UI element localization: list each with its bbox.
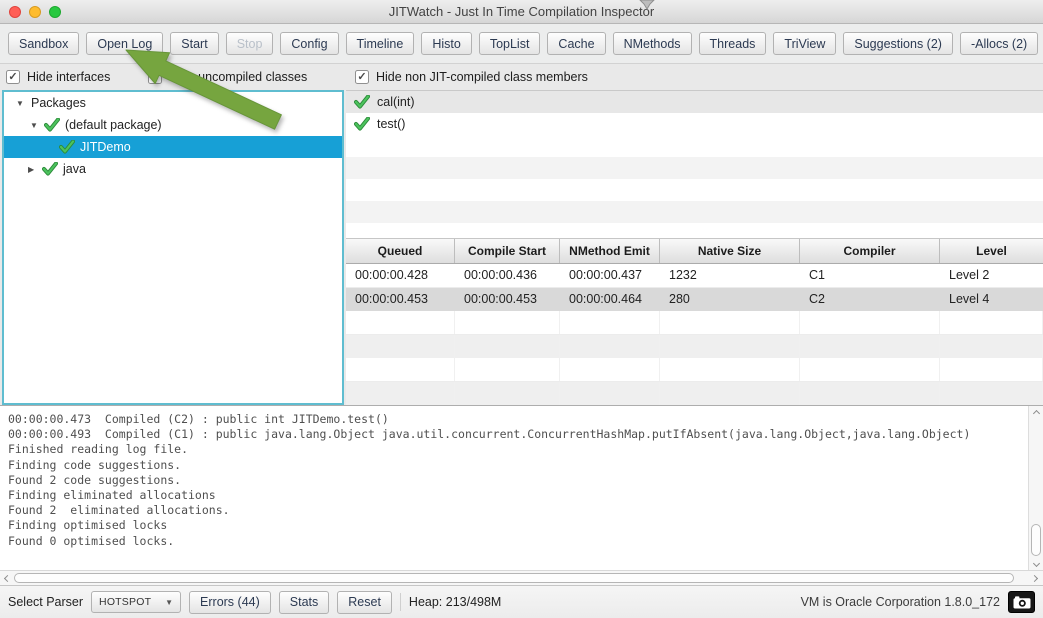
tree-item-default-package[interactable]: ▼ (default package) (4, 114, 342, 136)
collapse-arrow-icon[interactable]: ▼ (30, 121, 40, 130)
log-vertical-scrollbar[interactable] (1028, 406, 1043, 570)
stats-button[interactable]: Stats (279, 591, 330, 614)
log-text: 00:00:00.473 Compiled (C2) : public int … (8, 412, 1023, 570)
compiled-check-icon (44, 118, 60, 132)
hide-interfaces-label: Hide interfaces (27, 70, 110, 84)
divider (400, 593, 401, 611)
errors-button[interactable]: Errors (44) (189, 591, 271, 614)
hide-interfaces-checkbox[interactable]: ✓ (6, 70, 20, 84)
empty-table-row (346, 311, 1043, 335)
toolbar: Sandbox Open Log Start Stop Config Timel… (0, 24, 1043, 64)
vm-info: VM is Oracle Corporation 1.8.0_172 (801, 595, 1000, 609)
heap-usage: Heap: 213/498M (409, 595, 501, 609)
nmethods-button[interactable]: NMethods (613, 32, 692, 55)
table-cell: 00:00:00.453 (346, 288, 455, 312)
column-header-compile-start[interactable]: Compile Start (455, 239, 560, 263)
table-header-row: Queued Compile Start NMethod Emit Native… (346, 238, 1043, 264)
table-cell: 00:00:00.436 (455, 264, 560, 287)
histo-button[interactable]: Histo (421, 32, 471, 55)
mouse-cursor-artifact (638, 0, 656, 10)
scroll-right-icon[interactable] (1027, 571, 1041, 585)
column-header-level[interactable]: Level (940, 239, 1043, 263)
class-member-list: cal(int) test() (346, 90, 1043, 238)
table-cell: 00:00:00.437 (560, 264, 660, 287)
table-row[interactable]: 00:00:00.453 00:00:00.453 00:00:00.464 2… (346, 288, 1043, 312)
member-item-test[interactable]: test() (346, 113, 1043, 135)
table-cell: 00:00:00.453 (455, 288, 560, 312)
log-output-area[interactable]: 00:00:00.473 Compiled (C2) : public int … (0, 405, 1043, 570)
compiled-check-icon (42, 162, 58, 176)
stop-button: Stop (226, 32, 274, 55)
timeline-button[interactable]: Timeline (346, 32, 415, 55)
hide-non-jit-checkbox[interactable]: ✓ (355, 70, 369, 84)
select-parser-label: Select Parser (8, 595, 83, 609)
filter-band: ✓ Hide interfaces ✓ Hide uncompiled clas… (0, 64, 1043, 90)
suggestions-button[interactable]: Suggestions (2) (843, 32, 953, 55)
empty-list-row (346, 135, 1043, 157)
table-cell: Level 4 (940, 288, 1043, 312)
hide-uncompiled-checkbox[interactable]: ✓ (148, 70, 162, 84)
table-cell: C1 (800, 264, 940, 287)
empty-table-row (346, 335, 1043, 359)
empty-list-row (346, 201, 1043, 223)
compiled-check-icon (354, 95, 370, 109)
table-row[interactable]: 00:00:00.428 00:00:00.436 00:00:00.437 1… (346, 264, 1043, 288)
vertical-scroll-thumb[interactable] (1031, 524, 1041, 556)
collapse-arrow-icon[interactable]: ▼ (16, 99, 26, 108)
tree-item-packages[interactable]: ▼ Packages (4, 92, 342, 114)
tree-item-jitdemo[interactable]: JITDemo (4, 136, 342, 158)
cache-button[interactable]: Cache (547, 32, 605, 55)
compiled-check-icon (354, 117, 370, 131)
scroll-left-icon[interactable] (0, 571, 14, 585)
column-header-compiler[interactable]: Compiler (800, 239, 940, 263)
allocs-button[interactable]: -Allocs (2) (960, 32, 1038, 55)
log-horizontal-scrollbar[interactable] (0, 570, 1043, 585)
threads-button[interactable]: Threads (699, 32, 767, 55)
member-item-cal[interactable]: cal(int) (346, 91, 1043, 113)
compilation-table: Queued Compile Start NMethod Emit Native… (346, 238, 1043, 405)
column-header-nmethod-emit[interactable]: NMethod Emit (560, 239, 660, 263)
window-title: JITWatch - Just In Time Compilation Insp… (0, 4, 1043, 19)
scroll-up-icon[interactable] (1029, 406, 1043, 420)
screenshot-camera-icon (1013, 596, 1031, 609)
empty-list-row (346, 157, 1043, 179)
titlebar: JITWatch - Just In Time Compilation Insp… (0, 0, 1043, 24)
package-tree: ▼ Packages ▼ (default package) JITDemo ▶… (2, 90, 344, 405)
reset-button[interactable]: Reset (337, 591, 392, 614)
sandbox-button[interactable]: Sandbox (8, 32, 79, 55)
column-header-queued[interactable]: Queued (346, 239, 455, 263)
compiled-check-icon (59, 140, 75, 154)
empty-table-row (346, 382, 1043, 406)
hide-uncompiled-label: Hide uncompiled classes (169, 70, 307, 84)
triview-button[interactable]: TriView (773, 32, 836, 55)
table-cell: 00:00:00.464 (560, 288, 660, 312)
table-cell: 280 (660, 288, 800, 312)
jitwatch-window: { "titlebar": { "title": "JITWatch - Jus… (0, 0, 1043, 618)
horizontal-scroll-thumb[interactable] (14, 573, 1014, 583)
table-cell: Level 2 (940, 264, 1043, 287)
tree-item-java[interactable]: ▶ java (4, 158, 342, 180)
empty-list-row (346, 179, 1043, 201)
parser-select[interactable]: HOTSPOT ▼ (91, 591, 181, 613)
statusbar: Select Parser HOTSPOT ▼ Errors (44) Stat… (0, 585, 1043, 618)
open-log-button[interactable]: Open Log (86, 32, 163, 55)
table-cell: C2 (800, 288, 940, 312)
chevron-down-icon: ▼ (165, 598, 173, 607)
start-button[interactable]: Start (170, 32, 218, 55)
expand-arrow-icon[interactable]: ▶ (28, 165, 38, 174)
table-cell: 1232 (660, 264, 800, 287)
column-header-native-size[interactable]: Native Size (660, 239, 800, 263)
scroll-down-icon[interactable] (1029, 556, 1043, 570)
table-cell: 00:00:00.428 (346, 264, 455, 287)
toplist-button[interactable]: TopList (479, 32, 541, 55)
empty-table-row (346, 358, 1043, 382)
hide-non-jit-label: Hide non JIT-compiled class members (376, 70, 588, 84)
config-button[interactable]: Config (280, 32, 338, 55)
screenshot-camera-button[interactable] (1008, 591, 1035, 613)
